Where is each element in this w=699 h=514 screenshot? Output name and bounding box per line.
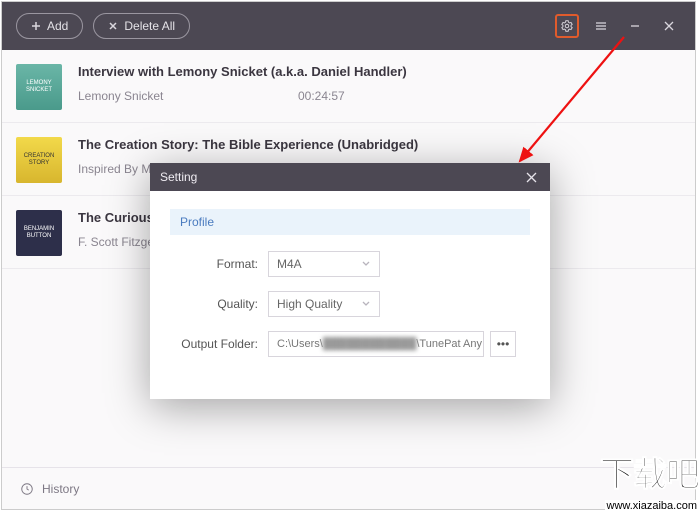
plus-icon (31, 21, 41, 31)
gear-icon (560, 19, 574, 33)
item-author: Lemony Snicket (78, 89, 298, 103)
format-select[interactable]: M4A (268, 251, 380, 277)
settings-button[interactable] (555, 14, 579, 38)
quality-select[interactable]: High Quality (268, 291, 380, 317)
settings-modal: Setting Profile Format: M4A Quality: Hig… (150, 163, 550, 399)
add-button-label: Add (47, 19, 68, 33)
section-profile: Profile (170, 209, 530, 235)
modal-close-button[interactable] (522, 168, 540, 186)
minimize-icon (629, 20, 641, 32)
close-icon (108, 21, 118, 31)
output-folder-label: Output Folder: (170, 337, 268, 351)
close-icon (526, 172, 537, 183)
delete-all-button[interactable]: Delete All (93, 13, 190, 39)
close-icon (663, 20, 675, 32)
format-label: Format: (170, 257, 268, 271)
titlebar: Add Delete All (2, 2, 695, 50)
menu-button[interactable] (589, 14, 613, 38)
chevron-down-icon (361, 258, 371, 268)
minimize-button[interactable] (623, 14, 647, 38)
output-folder-input[interactable]: C:\Users\████████████\TunePat Any Aud (268, 331, 484, 357)
footer: History (2, 467, 695, 509)
item-title: Interview with Lemony Snicket (a.k.a. Da… (78, 64, 681, 79)
list-item[interactable]: LEMONY SNICKET Interview with Lemony Sni… (2, 50, 695, 123)
format-value: M4A (277, 257, 302, 271)
chevron-down-icon (361, 298, 371, 308)
thumbnail: BENJAMIN BUTTON (16, 210, 62, 256)
modal-title: Setting (160, 170, 197, 184)
item-duration: 00:24:57 (298, 89, 345, 103)
thumbnail: CREATION STORY (16, 137, 62, 183)
quality-value: High Quality (277, 297, 342, 311)
history-link[interactable]: History (42, 482, 79, 496)
history-icon (20, 482, 34, 496)
item-title: The Creation Story: The Bible Experience… (78, 137, 681, 152)
quality-label: Quality: (170, 297, 268, 311)
modal-header: Setting (150, 163, 550, 191)
thumbnail: LEMONY SNICKET (16, 64, 62, 110)
hamburger-icon (594, 19, 608, 33)
delete-all-label: Delete All (124, 19, 175, 33)
add-button[interactable]: Add (16, 13, 83, 39)
browse-folder-button[interactable]: ••• (490, 331, 516, 357)
close-window-button[interactable] (657, 14, 681, 38)
watermark: 下载吧 www.xiazaiba.com (600, 447, 699, 514)
